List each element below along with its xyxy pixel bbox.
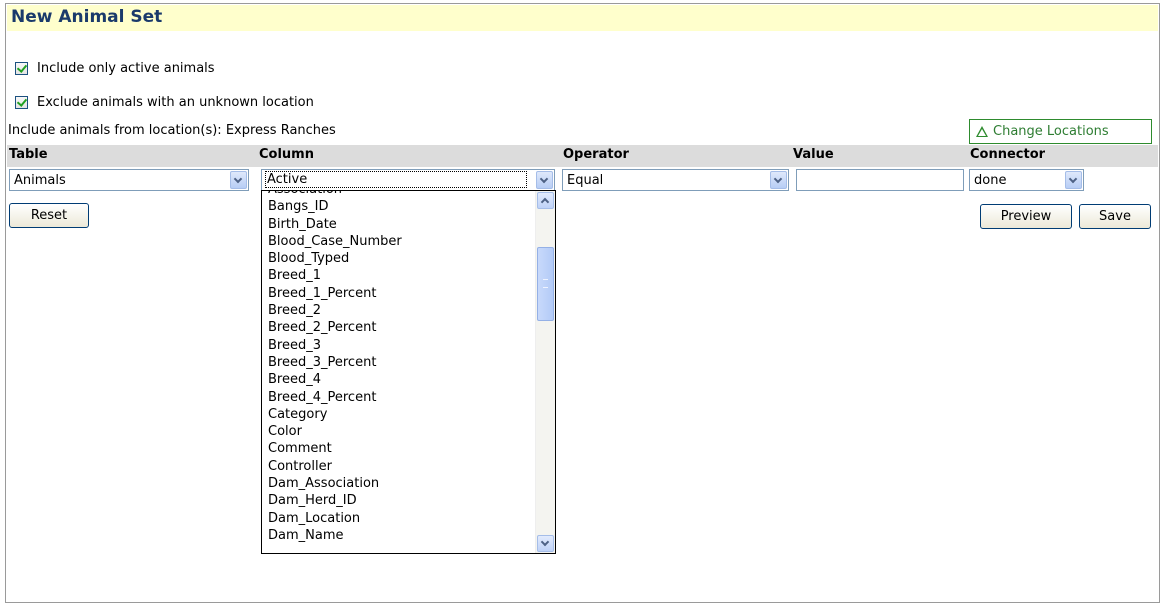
reset-button[interactable]: Reset <box>9 203 89 228</box>
column-dropdown-list[interactable]: AssociationBangs_IDBirth_DateBlood_Case_… <box>261 190 556 554</box>
active-only-option[interactable]: Include only active animals <box>15 61 215 76</box>
active-only-checkbox[interactable] <box>15 62 28 75</box>
exclude-unknown-label[interactable]: Exclude animals with an unknown location <box>37 95 314 110</box>
change-locations-label: Change Locations <box>993 124 1109 139</box>
column-option[interactable]: Color <box>268 423 402 440</box>
chevron-down-icon[interactable] <box>770 171 787 189</box>
column-option[interactable]: Breed_4_Percent <box>268 389 402 406</box>
connector-select-value: done <box>974 173 1007 188</box>
column-option[interactable]: Controller <box>268 458 402 475</box>
column-option[interactable]: Breed_1_Percent <box>268 285 402 302</box>
column-option[interactable]: Breed_2_Percent <box>268 319 402 336</box>
column-option[interactable]: Breed_2 <box>268 302 402 319</box>
criteria-header: Table Column Operator Value Connector <box>7 145 1158 167</box>
column-select[interactable]: Active <box>261 169 555 191</box>
column-option[interactable]: Dam_Herd_ID <box>268 492 402 509</box>
scroll-thumb[interactable] <box>537 247 554 321</box>
preview-button[interactable]: Preview <box>980 204 1072 229</box>
chevron-down-icon[interactable] <box>536 171 553 189</box>
column-option[interactable]: Breed_1 <box>268 267 402 284</box>
location-info: Include animals from location(s): Expres… <box>8 123 336 138</box>
column-option[interactable]: Birth_Date <box>268 216 402 233</box>
exclude-unknown-option[interactable]: Exclude animals with an unknown location <box>15 95 314 110</box>
header-value: Value <box>793 147 834 162</box>
column-option[interactable]: Category <box>268 406 402 423</box>
column-option[interactable]: Association <box>268 191 402 198</box>
chevron-down-icon[interactable] <box>1065 171 1082 189</box>
table-select-value: Animals <box>14 173 66 188</box>
column-option[interactable]: Blood_Typed <box>268 250 402 267</box>
column-option[interactable]: Blood_Case_Number <box>268 233 402 250</box>
column-option[interactable]: Dam_Association <box>268 475 402 492</box>
scroll-down-icon[interactable] <box>537 535 554 552</box>
scroll-up-icon[interactable] <box>537 192 554 209</box>
header-connector: Connector <box>970 147 1046 162</box>
column-option[interactable]: Comment <box>268 440 402 457</box>
exclude-unknown-checkbox[interactable] <box>15 96 28 109</box>
chevron-down-icon[interactable] <box>230 171 247 189</box>
save-button[interactable]: Save <box>1079 204 1151 229</box>
header-column: Column <box>259 147 314 162</box>
column-option[interactable]: Dam_Location <box>268 510 402 527</box>
page-title: New Animal Set <box>11 7 163 27</box>
warning-triangle-icon <box>976 126 988 137</box>
change-locations-button[interactable]: Change Locations <box>969 119 1152 144</box>
animal-set-panel: New Animal Set Include only active anima… <box>5 3 1160 603</box>
value-input[interactable] <box>796 169 964 191</box>
dropdown-scrollbar[interactable] <box>535 191 555 553</box>
operator-select[interactable]: Equal <box>562 169 789 191</box>
title-bar: New Animal Set <box>7 5 1158 31</box>
column-options: AssociationBangs_IDBirth_DateBlood_Case_… <box>268 191 402 544</box>
column-option[interactable]: Bangs_ID <box>268 198 402 215</box>
header-operator: Operator <box>563 147 629 162</box>
column-option[interactable]: Breed_4 <box>268 371 402 388</box>
active-only-label[interactable]: Include only active animals <box>37 61 215 76</box>
table-select[interactable]: Animals <box>9 169 249 191</box>
operator-select-value: Equal <box>567 173 604 188</box>
column-option[interactable]: Dam_Name <box>268 527 402 544</box>
connector-select[interactable]: done <box>969 169 1084 191</box>
column-select-value: Active <box>265 171 527 188</box>
column-option[interactable]: Breed_3 <box>268 337 402 354</box>
column-option[interactable]: Breed_3_Percent <box>268 354 402 371</box>
header-table: Table <box>9 147 48 162</box>
